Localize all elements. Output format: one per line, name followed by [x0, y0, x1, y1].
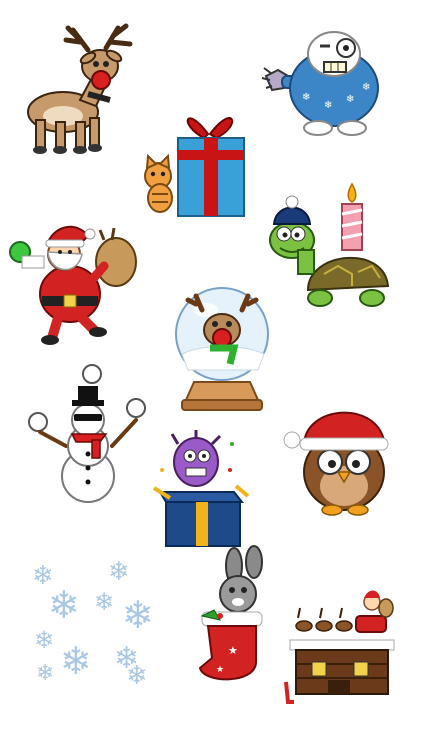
sticker-santa-sack[interactable]	[8, 222, 143, 347]
sticker-owl-hat[interactable]	[280, 396, 395, 516]
svg-text:❄: ❄	[48, 583, 80, 627]
sticker-snowflakes[interactable]: ❄ ❄ ❄ ❄ ❄ ❄ ❄ ❄ ❄ ❄	[30, 556, 165, 691]
snowflakes-icon: ❄ ❄ ❄ ❄ ❄ ❄ ❄ ❄ ❄ ❄	[32, 557, 154, 691]
svg-text:★: ★	[228, 644, 238, 657]
sticker-snowman[interactable]	[26, 364, 151, 503]
svg-text:❄: ❄	[108, 557, 130, 587]
svg-text:❄: ❄	[94, 588, 114, 616]
santa-sack-icon	[9, 226, 137, 345]
sticker-monster-box[interactable]	[150, 430, 250, 550]
sticker-reindeer[interactable]	[18, 20, 148, 155]
sticker-turtle-candle[interactable]	[268, 182, 393, 320]
svg-text:❄: ❄	[362, 82, 370, 93]
svg-text:❄: ❄	[324, 100, 332, 111]
svg-text:★: ★	[216, 665, 224, 675]
svg-text:❄: ❄	[60, 639, 92, 683]
gift-kitten-icon	[144, 117, 245, 217]
sticker-bunny-stocking[interactable]: ★ ★	[194, 545, 270, 690]
sticker-gift-kitten[interactable]	[138, 94, 248, 219]
svg-text:❄: ❄	[36, 661, 54, 686]
yeti-icon: ❄ ❄ ❄ ❄	[261, 31, 379, 136]
owl-hat-icon	[283, 411, 389, 516]
sticker-santa-rooftop[interactable]	[282, 586, 397, 706]
svg-text:❄: ❄	[122, 593, 154, 637]
svg-text:❄: ❄	[126, 661, 148, 691]
snow-globe-icon	[175, 287, 269, 411]
santa-rooftop-icon	[284, 590, 395, 704]
bunny-stocking-icon: ★ ★	[198, 545, 263, 681]
turtle-candle-icon	[269, 182, 390, 307]
reindeer-icon	[27, 23, 133, 154]
svg-text:❄: ❄	[34, 626, 54, 654]
sticker-snow-globe[interactable]	[172, 282, 272, 415]
monster-box-icon	[152, 430, 250, 547]
sticker-yeti[interactable]: ❄ ❄ ❄ ❄	[258, 24, 388, 136]
snowman-icon	[28, 364, 146, 503]
svg-text:❄: ❄	[302, 92, 310, 103]
svg-text:❄: ❄	[346, 94, 354, 105]
